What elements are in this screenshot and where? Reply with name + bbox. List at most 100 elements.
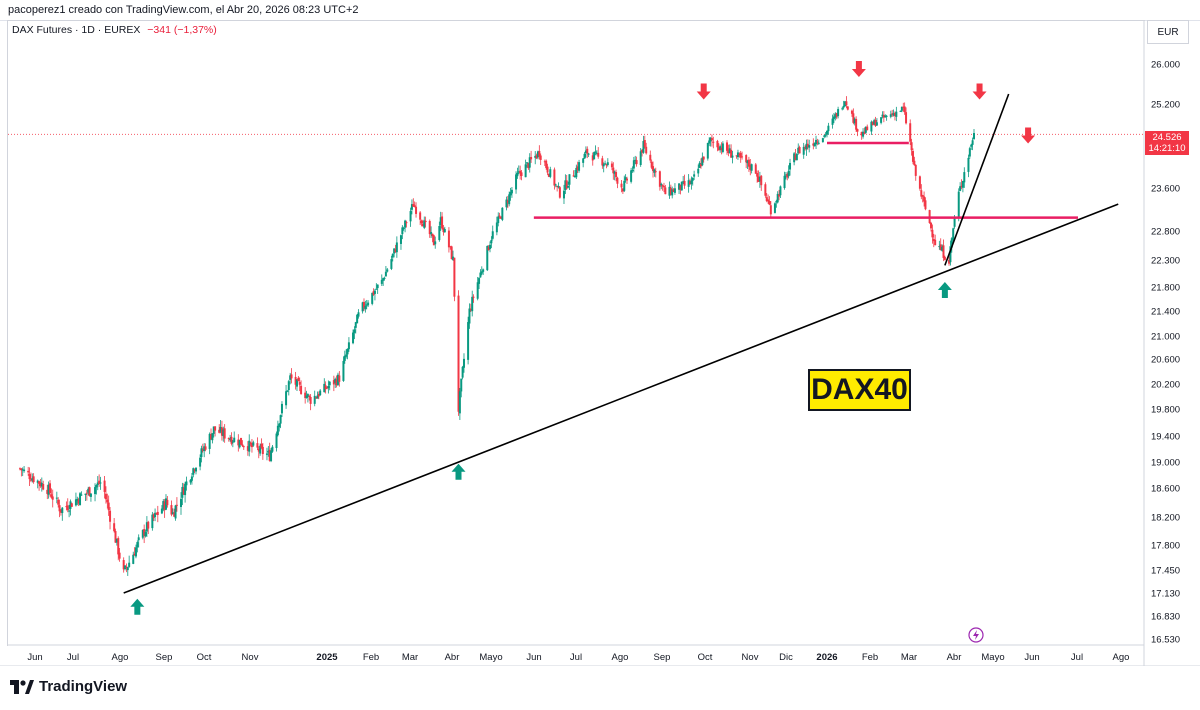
arrow-down-icon xyxy=(696,83,711,100)
candle-body xyxy=(144,532,147,537)
candle-body xyxy=(760,175,763,186)
candle-body xyxy=(632,160,635,169)
candle-body xyxy=(491,231,494,239)
candle-body xyxy=(230,436,233,444)
candle-body xyxy=(84,493,87,495)
candle-body xyxy=(855,118,858,130)
candle-body xyxy=(109,510,112,522)
candle-body xyxy=(95,485,98,488)
candle-body xyxy=(673,188,676,193)
candle-body xyxy=(248,440,251,452)
candle-body xyxy=(959,186,962,191)
y-tick-label: 18.200 xyxy=(1151,513,1180,524)
currency-selector[interactable]: EUR xyxy=(1147,20,1189,44)
chart-window: pacoperez1 creado con TradingView.com, e… xyxy=(0,0,1200,710)
candle-body xyxy=(27,470,30,473)
candle-body xyxy=(438,226,441,241)
candle-body xyxy=(693,174,696,177)
candle-body xyxy=(489,244,492,249)
candle-body xyxy=(347,342,350,350)
candle-body xyxy=(620,183,623,188)
candle-body xyxy=(578,162,581,171)
candle-body xyxy=(66,505,69,511)
x-tick-label: Feb xyxy=(363,652,379,663)
candle-body xyxy=(458,391,461,414)
candle-body xyxy=(395,242,398,253)
candle-body xyxy=(826,130,828,135)
candle-body xyxy=(443,229,446,233)
y-tick-label: 20.200 xyxy=(1151,380,1180,391)
x-tick-label: 2025 xyxy=(316,652,338,663)
candle-body xyxy=(930,222,933,229)
brand[interactable]: TradingView xyxy=(10,678,127,695)
candle-body xyxy=(968,148,971,157)
candle-body xyxy=(498,215,501,217)
candle-body xyxy=(233,437,236,443)
candle-body xyxy=(649,154,652,161)
candle-body xyxy=(911,151,914,162)
candle-body xyxy=(841,108,844,110)
candle-body xyxy=(375,288,378,290)
candle-body xyxy=(702,156,705,160)
symbol-legend[interactable]: DAX Futures · 1D · EUREX −341 (−1,37%) xyxy=(12,24,217,36)
candle-body xyxy=(557,186,560,188)
candle-body xyxy=(558,187,561,198)
candle-body xyxy=(594,151,597,153)
candle-body xyxy=(241,444,244,447)
candle-body xyxy=(856,129,859,132)
candle-body xyxy=(952,228,955,240)
candle-body xyxy=(568,174,571,185)
candle-body xyxy=(616,177,619,184)
candle-body xyxy=(107,502,110,511)
candle-body xyxy=(391,253,394,258)
x-tick-label: Abr xyxy=(445,652,460,663)
candle-body xyxy=(184,483,187,496)
candle-body xyxy=(497,216,500,224)
candle-body xyxy=(118,552,121,559)
candle-body xyxy=(49,483,52,494)
candle-body xyxy=(697,168,700,174)
candle-body xyxy=(913,160,916,166)
x-tick-label: Ago xyxy=(112,652,129,663)
candle-body xyxy=(384,271,387,277)
x-tick-label: Mar xyxy=(901,652,917,663)
candle-body xyxy=(889,114,892,117)
candle-body xyxy=(895,111,898,117)
candle-body xyxy=(68,510,71,512)
candle-body xyxy=(367,302,370,306)
lightning-icon[interactable] xyxy=(968,627,984,643)
candle-body xyxy=(185,481,188,486)
x-tick-label: Dic xyxy=(779,652,793,663)
candle-body xyxy=(546,166,549,173)
candle-body xyxy=(409,211,412,222)
x-tick-label: Jul xyxy=(1071,652,1083,663)
candle-body xyxy=(903,106,906,113)
candle-body xyxy=(261,446,264,455)
candle-body xyxy=(664,187,667,195)
candle-body xyxy=(973,133,975,139)
candle-body xyxy=(404,220,407,228)
y-tick-label: 17.800 xyxy=(1151,541,1180,552)
x-tick-label: Nov xyxy=(742,652,759,663)
last-price-tag: 24.526 14:21:10 xyxy=(1145,131,1189,155)
candle-body xyxy=(967,157,970,172)
candle-body xyxy=(424,220,427,223)
candle-body xyxy=(242,446,245,448)
x-tick-label: Oct xyxy=(197,652,212,663)
chart-canvas[interactable]: 26.00025.20024.40023.60022.80022.30021.8… xyxy=(0,0,1200,666)
candle-body xyxy=(970,144,973,147)
candle-body xyxy=(508,194,511,205)
candle-body xyxy=(214,426,217,431)
candle-body xyxy=(126,567,129,571)
legend-symbol: DAX Futures · 1D · EUREX xyxy=(12,24,141,36)
x-tick-label: Mayo xyxy=(981,652,1004,663)
arrow-up-icon xyxy=(937,282,952,298)
candle-body xyxy=(298,381,301,385)
candle-body xyxy=(156,511,159,515)
arrow-down-icon xyxy=(972,83,987,100)
annotation-label[interactable]: DAX40 xyxy=(808,369,911,411)
candle-body xyxy=(524,164,527,178)
candle-body xyxy=(327,385,330,389)
candle-body xyxy=(816,141,819,143)
candle-body xyxy=(931,229,934,238)
